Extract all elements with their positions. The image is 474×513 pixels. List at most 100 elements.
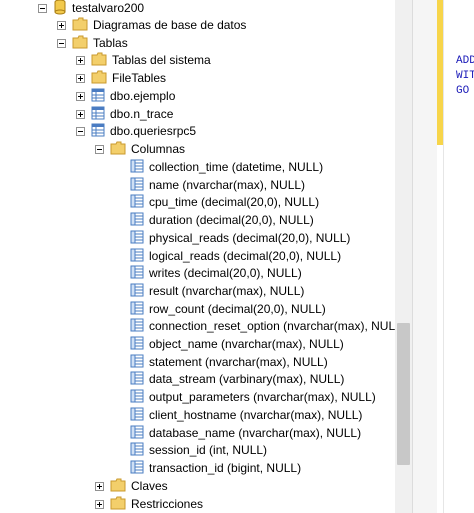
table-icon (91, 123, 105, 140)
tree-node-column[interactable]: transaction_id (bigint, NULL) (130, 459, 301, 477)
table-label: dbo.n_trace (110, 107, 174, 121)
column-label: physical_reads (decimal(20,0), NULL) (149, 231, 351, 245)
collapse-icon[interactable] (95, 144, 104, 154)
database-label: testalvaro200 (72, 1, 145, 15)
column-label: transaction_id (bigint, NULL) (149, 461, 302, 475)
tree-node-filetables[interactable]: FileTables (76, 69, 166, 87)
column-icon (130, 318, 144, 335)
column-icon (130, 301, 144, 318)
tree-node-column[interactable]: data_stream (varbinary(max), NULL) (130, 370, 344, 388)
tree-node-column[interactable]: client_hostname (nvarchar(max), NULL) (130, 406, 362, 424)
scrollbar-thumb[interactable] (397, 323, 410, 465)
column-icon (130, 230, 144, 247)
column-label: client_hostname (nvarchar(max), NULL) (149, 408, 363, 422)
column-icon (130, 177, 144, 194)
columnas-label: Columnas (131, 142, 186, 156)
tree-node-column[interactable]: statement (nvarchar(max), NULL) (130, 353, 328, 371)
column-icon (130, 407, 144, 424)
filetables-label: FileTables (112, 71, 167, 85)
column-label: duration (decimal(20,0), NULL) (149, 213, 314, 227)
editor-margin-line (443, 0, 444, 513)
column-label: cpu_time (decimal(20,0), NULL) (149, 195, 320, 209)
column-label: row_count (decimal(20,0), NULL) (149, 302, 326, 316)
column-label: session_id (int, NULL) (149, 443, 268, 457)
tree-node-tablas-sistema[interactable]: Tablas del sistema (76, 51, 211, 69)
column-icon (130, 371, 144, 388)
column-icon (130, 248, 144, 265)
tree-node-diagramas[interactable]: Diagramas de base de datos (57, 16, 246, 34)
column-icon (130, 283, 144, 300)
expand-icon[interactable] (57, 20, 66, 30)
column-icon (130, 194, 144, 211)
column-label: logical_reads (decimal(20,0), NULL) (149, 249, 342, 263)
folder-icon (110, 496, 126, 513)
tree-node-column[interactable]: physical_reads (decimal(20,0), NULL) (130, 229, 350, 247)
table-label: dbo.ejemplo (110, 89, 176, 103)
column-icon (130, 425, 144, 442)
tree-node-column[interactable]: collection_time (datetime, NULL) (130, 158, 323, 176)
expand-icon[interactable] (95, 499, 104, 509)
collapse-icon[interactable] (38, 3, 47, 13)
pane-divider[interactable] (412, 0, 438, 513)
tree-node-column[interactable]: result (nvarchar(max), NULL) (130, 282, 304, 300)
tree-node-column[interactable]: object_name (nvarchar(max), NULL) (130, 335, 344, 353)
table-icon (91, 88, 105, 105)
tree-node-table[interactable]: dbo.n_trace (76, 105, 173, 123)
column-icon (130, 442, 144, 459)
expand-icon[interactable] (76, 91, 85, 101)
column-icon (130, 336, 144, 353)
tree-node-restricciones[interactable]: Restricciones (95, 495, 203, 513)
database-icon (53, 0, 67, 18)
code-line: GO (456, 85, 470, 97)
column-label: statement (nvarchar(max), NULL) (149, 355, 328, 369)
tree-node-column[interactable]: output_parameters (nvarchar(max), NULL) (130, 388, 376, 406)
tree-node-tablas[interactable]: Tablas (57, 34, 128, 52)
tree-node-column[interactable]: writes (decimal(20,0), NULL) (130, 264, 302, 282)
claves-label: Claves (131, 479, 168, 493)
tree-node-column[interactable]: row_count (decimal(20,0), NULL) (130, 300, 326, 318)
folder-open-icon (110, 141, 126, 158)
folder-icon (110, 478, 126, 495)
tree-node-database[interactable]: testalvaro200 (38, 0, 144, 17)
tree-node-column[interactable]: name (nvarchar(max), NULL) (130, 176, 305, 194)
collapse-icon[interactable] (57, 38, 66, 48)
expand-icon[interactable] (76, 55, 85, 65)
column-label: connection_reset_option (nvarchar(max), … (149, 319, 395, 333)
column-label: result (nvarchar(max), NULL) (149, 284, 305, 298)
folder-icon (72, 17, 88, 34)
column-icon (130, 159, 144, 176)
tree-node-column[interactable]: session_id (int, NULL) (130, 441, 267, 459)
column-label: name (nvarchar(max), NULL) (149, 178, 306, 192)
column-label: database_name (nvarchar(max), NULL) (149, 426, 362, 440)
tree-node-column[interactable]: cpu_time (decimal(20,0), NULL) (130, 193, 319, 211)
expand-icon[interactable] (76, 73, 85, 83)
restricciones-label: Restricciones (131, 497, 204, 511)
folder-icon (91, 70, 107, 87)
folder-icon (91, 52, 107, 69)
tree-node-columnas[interactable]: Columnas (95, 140, 185, 158)
tree-node-column[interactable]: duration (decimal(20,0), NULL) (130, 211, 314, 229)
tree-node-column[interactable]: database_name (nvarchar(max), NULL) (130, 424, 361, 442)
column-icon (130, 460, 144, 477)
tree-node-claves[interactable]: Claves (95, 477, 168, 495)
column-label: output_parameters (nvarchar(max), NULL) (149, 390, 376, 404)
column-icon (130, 265, 144, 282)
tree-node-table[interactable]: dbo.queriesrpc5 (76, 122, 196, 140)
tree-node-column[interactable]: connection_reset_option (nvarchar(max), … (130, 317, 395, 335)
column-label: object_name (nvarchar(max), NULL) (149, 337, 344, 351)
query-editor[interactable]: ADD WIT GO (437, 0, 474, 513)
expand-icon[interactable] (95, 481, 104, 491)
expand-icon[interactable] (76, 109, 85, 119)
code-line: ADD (456, 55, 474, 67)
collapse-icon[interactable] (76, 126, 85, 136)
tree-node-column[interactable]: logical_reads (decimal(20,0), NULL) (130, 247, 341, 265)
column-icon (130, 354, 144, 371)
tree-node-table[interactable]: dbo.ejemplo (76, 87, 175, 105)
tablas-sistema-label: Tablas del sistema (112, 53, 211, 67)
object-explorer-tree[interactable]: testalvaro200 Diagramas de base de datos… (0, 0, 395, 513)
table-label: dbo.queriesrpc5 (110, 124, 197, 138)
diagramas-label: Diagramas de base de datos (93, 18, 247, 32)
column-icon (130, 389, 144, 406)
vertical-scrollbar[interactable] (395, 0, 412, 513)
column-label: writes (decimal(20,0), NULL) (149, 266, 302, 280)
